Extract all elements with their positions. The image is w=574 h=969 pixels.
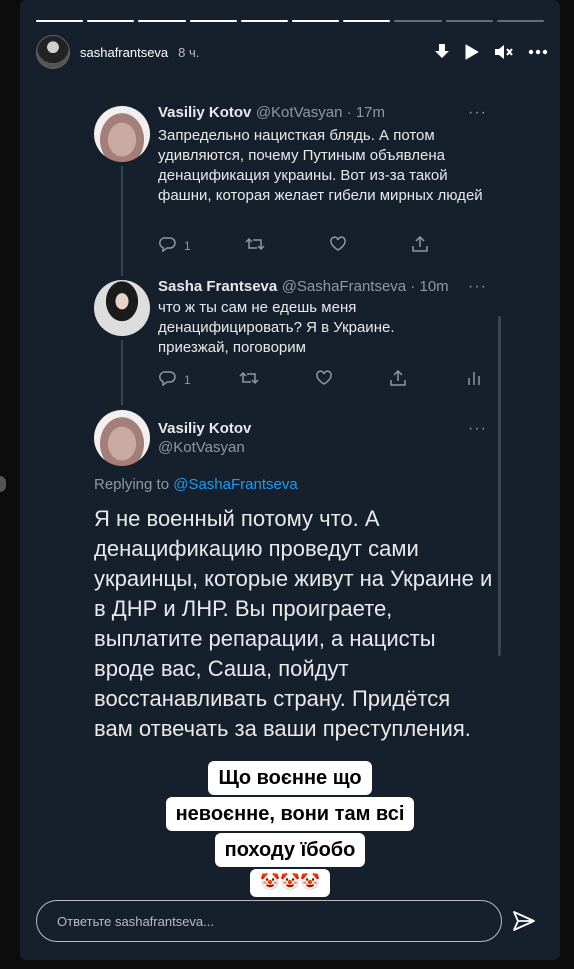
tweet-text: Запредельно нацисткая блядь. А потом уди…	[158, 127, 483, 204]
story-viewer: sashafrantseva 8 ч. Vasiliy Kotov @KotVa…	[20, 0, 560, 960]
progress-segment	[445, 20, 493, 22]
progress-segment	[343, 20, 391, 22]
tweet-actions: 1	[158, 235, 429, 255]
avatar-vasiliy-kotov	[94, 410, 150, 466]
progress-segment	[292, 20, 340, 22]
more-icon[interactable]	[528, 49, 548, 55]
story-progress-bar	[36, 20, 545, 22]
tweet-1: Vasiliy Kotov @KotVasyan · 17m Запредель…	[158, 104, 488, 206]
reply-count: 1	[184, 372, 191, 387]
tweet-author: Vasiliy Kotov	[158, 104, 252, 121]
tweet-actions: 1	[158, 369, 481, 389]
avatar-sasha-frantseva	[94, 280, 150, 336]
thread-line	[121, 166, 123, 276]
avatar-vasiliy-kotov	[94, 106, 150, 162]
sticker-emoji: 🤡🤡🤡	[250, 869, 330, 897]
tweet-handle: @SashaFrantseva · 10m	[281, 278, 449, 295]
sticker-line-3: походу їбобо	[214, 833, 366, 867]
progress-segment	[394, 20, 442, 22]
tweet-text: что ж ты сам не едешь меня денацифициров…	[158, 299, 395, 356]
share-icon[interactable]	[389, 369, 407, 389]
reply-icon[interactable]	[158, 236, 176, 255]
play-icon[interactable]	[464, 43, 480, 61]
replying-prefix: Replying to	[94, 476, 174, 493]
download-icon[interactable]	[434, 43, 450, 61]
avatar[interactable]	[36, 35, 70, 69]
progress-segment	[36, 20, 84, 22]
sticker-line-2: невоєнне, вони там всі	[165, 797, 415, 831]
retweet-icon[interactable]	[245, 236, 265, 255]
tweet-text: Я не военный потому что. А денацификацию…	[94, 506, 493, 741]
side-handle	[0, 476, 6, 492]
replying-to: Replying to @SashaFrantseva	[94, 476, 298, 493]
reply-count: 1	[184, 238, 191, 253]
sticker-line-1: Що воєнне що	[208, 761, 372, 795]
progress-segment	[496, 20, 545, 22]
story-time: 8 ч.	[178, 44, 200, 60]
story-username[interactable]: sashafrantseva	[80, 45, 168, 60]
thread-line	[121, 340, 123, 405]
tweet-more-icon[interactable]: ···	[468, 278, 487, 296]
tweet-handle: @KotVasyan · 17m	[255, 104, 385, 121]
text-sticker: Що воєнне що невоєнне, вони там всі похо…	[20, 760, 560, 898]
progress-segment	[138, 20, 186, 22]
tweet-more-icon[interactable]: ···	[468, 104, 487, 122]
tweet-3-author: Vasiliy Kotov @KotVasyan	[158, 420, 251, 456]
scrollbar[interactable]	[498, 316, 501, 656]
progress-segment	[240, 20, 289, 22]
reply-input[interactable]	[37, 901, 501, 941]
tweet-2: Sasha Frantseva @SashaFrantseva · 10m чт…	[158, 278, 488, 358]
retweet-icon[interactable]	[239, 370, 259, 389]
replying-to-handle[interactable]: @SashaFrantseva	[173, 476, 297, 493]
progress-segment	[87, 20, 135, 22]
reply-icon[interactable]	[158, 370, 176, 389]
send-icon[interactable]	[512, 910, 536, 937]
tweet-handle: @KotVasyan	[158, 439, 245, 456]
tweet-more-icon[interactable]: ···	[468, 420, 487, 438]
analytics-icon[interactable]	[467, 370, 481, 389]
reply-box[interactable]	[36, 900, 502, 942]
progress-segment	[189, 20, 237, 22]
like-icon[interactable]	[329, 236, 347, 255]
tweet-author: Vasiliy Kotov	[158, 420, 252, 437]
like-icon[interactable]	[315, 370, 333, 389]
tweet-author: Sasha Frantseva	[158, 278, 278, 295]
mute-icon[interactable]	[494, 43, 514, 61]
share-icon[interactable]	[411, 235, 429, 255]
story-header: sashafrantseva 8 ч.	[36, 35, 548, 69]
